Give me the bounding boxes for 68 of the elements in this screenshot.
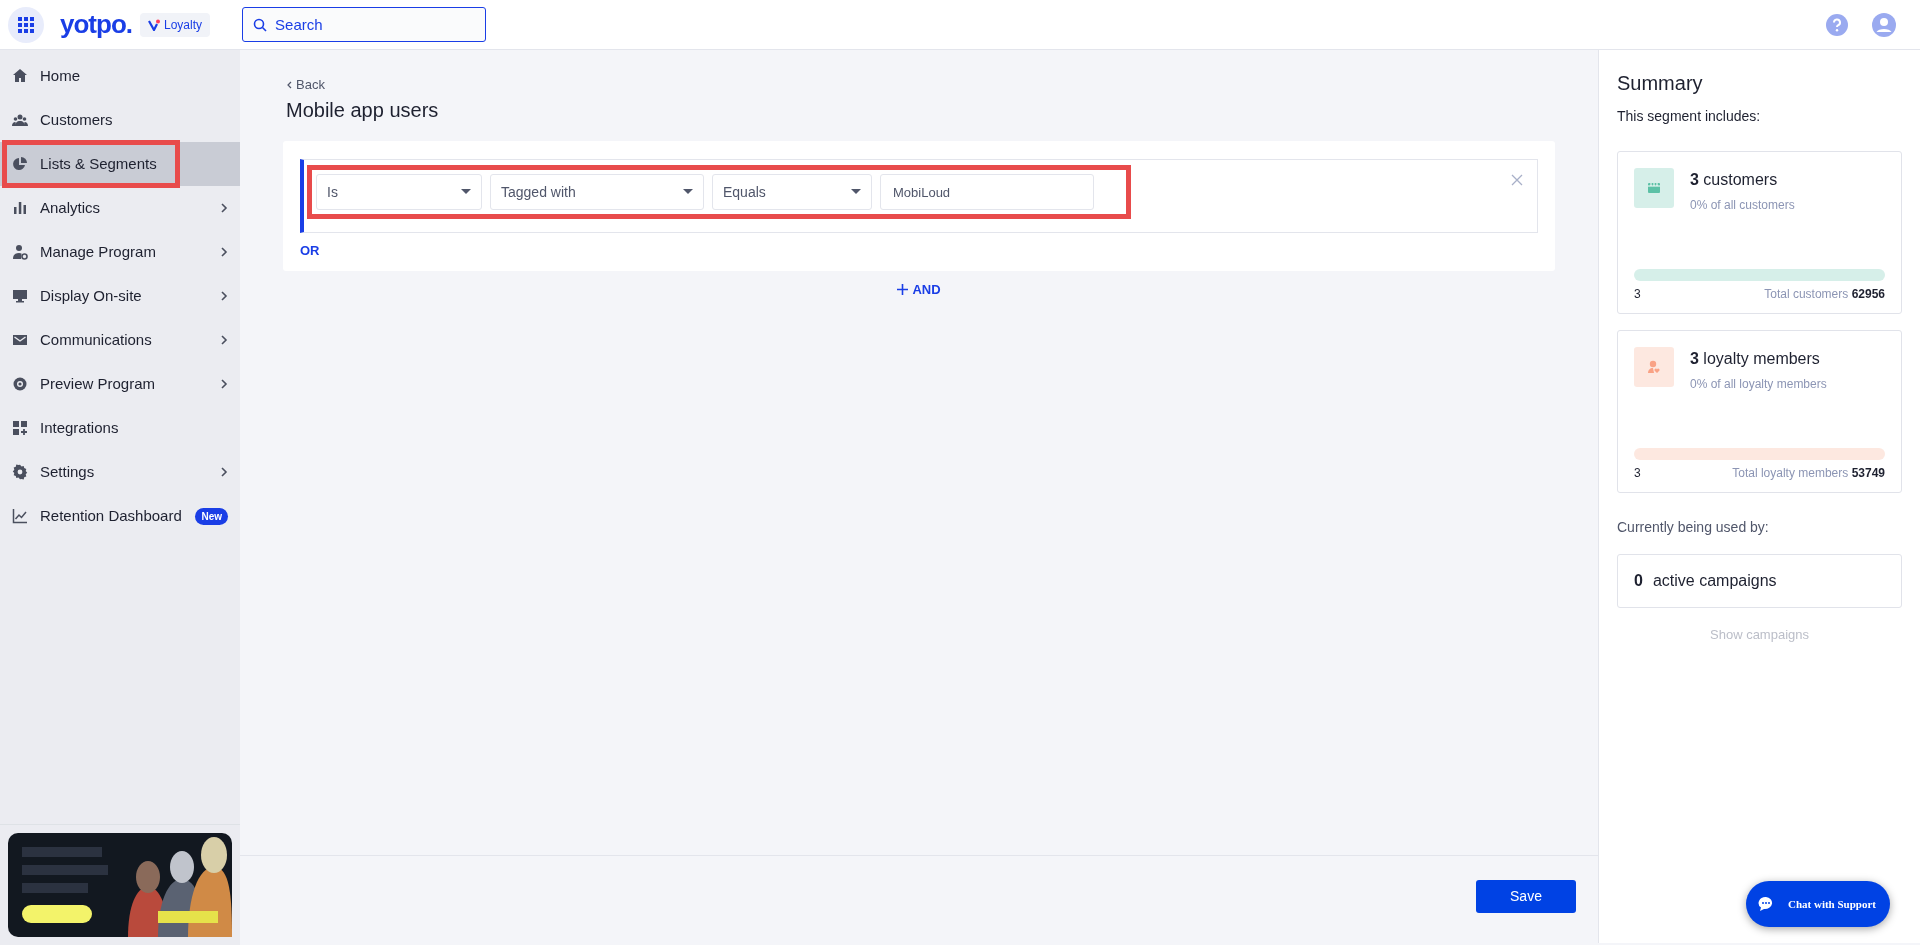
total-label: Total loyalty members 53749: [1732, 465, 1885, 482]
page-title: Mobile app users: [286, 98, 440, 123]
sidebar-item[interactable]: Analytics: [0, 186, 240, 230]
user-gear-icon: [12, 244, 28, 260]
new-badge: New: [195, 507, 228, 525]
share-label: 0% of all loyalty members: [1690, 376, 1827, 393]
dropdown-field[interactable]: Equals: [712, 174, 872, 210]
chevron-right-icon: [220, 203, 228, 213]
search-icon: [253, 18, 268, 32]
campaigns-count: 0: [1634, 571, 1643, 591]
total-label: Total customers 62956: [1764, 286, 1885, 303]
settings-icon: [12, 464, 28, 480]
summary-title: Summary: [1617, 71, 1704, 96]
min-value: 3: [1634, 465, 1641, 482]
apps-icon: [18, 16, 34, 33]
plus-icon: [897, 283, 909, 295]
sidebar-item[interactable]: Preview Program: [0, 362, 240, 406]
summary-subtitle: This segment includes:: [1617, 107, 1762, 126]
campaigns-label: active campaigns: [1652, 571, 1777, 591]
count-label: 3 loyalty members: [1690, 349, 1821, 369]
text-field[interactable]: MobiLoud: [880, 174, 1094, 210]
help-icon[interactable]: [1826, 13, 1848, 36]
sidebar-item[interactable]: Home: [0, 54, 240, 98]
share-label: 0% of all customers: [1690, 197, 1795, 214]
chevron-right-icon: [220, 467, 228, 477]
monitor-icon: [12, 288, 28, 304]
sidebar-item[interactable]: Display On-site: [0, 274, 240, 318]
eye-icon: [12, 376, 28, 392]
integrations-icon: [12, 420, 28, 436]
app-grid-button[interactable]: [8, 6, 44, 43]
chevron-right-icon: [220, 247, 228, 257]
count-label: 3 customers: [1690, 170, 1779, 190]
product-tag: Loyalty: [140, 12, 211, 37]
chat-button[interactable]: Chat with Support: [1745, 881, 1890, 927]
chevron-right-icon: [220, 291, 228, 301]
dropdown-field[interactable]: Is: [316, 174, 482, 210]
pie-chart-icon: [12, 156, 28, 172]
mail-icon: [12, 332, 28, 348]
close-icon[interactable]: [1511, 174, 1523, 186]
add-and-button[interactable]: AND: [891, 278, 947, 300]
sidebar-item[interactable]: Customers: [0, 98, 240, 142]
sidebar-item[interactable]: Manage Program: [0, 230, 240, 274]
people-icon: [12, 112, 28, 128]
chevron-right-icon: [220, 335, 228, 345]
back-link[interactable]: Back: [286, 75, 325, 95]
used-by-label: Currently being used by:: [1617, 518, 1770, 537]
sidebar-item[interactable]: Communications: [0, 318, 240, 362]
or-link[interactable]: OR: [300, 241, 1538, 261]
save-button[interactable]: Save: [1476, 880, 1576, 913]
sidebar-item[interactable]: Lists & Segments: [0, 142, 240, 186]
caret-down-icon: [851, 189, 861, 195]
chat-icon: [1757, 896, 1774, 912]
dropdown-field[interactable]: Tagged with: [490, 174, 704, 210]
heart-logo-icon: [148, 18, 160, 31]
home-icon: [12, 68, 28, 84]
user-avatar-icon[interactable]: [1872, 12, 1896, 37]
chevron-left-icon: [286, 81, 292, 89]
line-chart-icon: [12, 508, 28, 524]
caret-down-icon: [461, 189, 471, 195]
bar-chart-icon: [12, 200, 28, 216]
sidebar-item[interactable]: Settings: [0, 450, 240, 494]
min-value: 3: [1634, 286, 1641, 303]
sidebar-item[interactable]: Integrations: [0, 406, 240, 450]
search-field[interactable]: Search: [242, 7, 487, 42]
sidebar-item[interactable]: Retention Dashboard New: [0, 494, 240, 538]
brand-logo: yotpo.: [60, 8, 132, 41]
chevron-right-icon: [220, 379, 228, 389]
caret-down-icon: [683, 189, 693, 195]
